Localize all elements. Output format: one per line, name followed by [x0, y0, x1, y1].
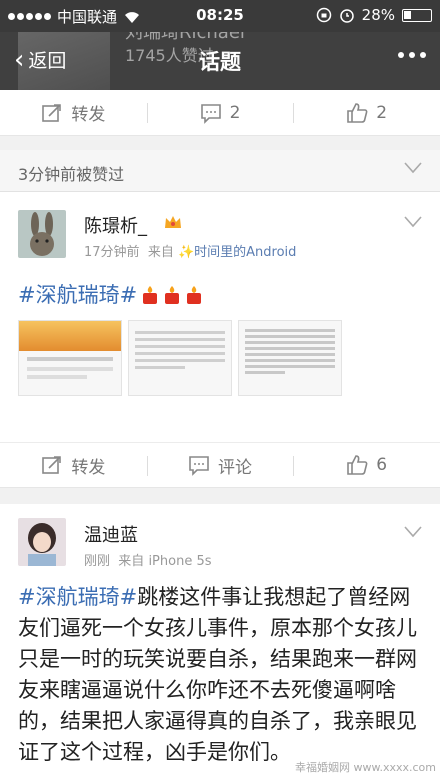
battery-icon [402, 8, 432, 22]
post-text: #深航瑞琦#跳楼这件事让我想起了曾经网友们逼死一个女孩儿事件，原本那个女孩儿只是… [18, 582, 428, 768]
comment-icon [200, 103, 221, 124]
avatar[interactable] [18, 210, 66, 258]
status-bar: 中国联通 08:25 28% [0, 0, 440, 32]
repost-label: 转发 [71, 457, 106, 478]
girl-avatar-image [18, 518, 66, 566]
username[interactable]: 温迪蓝 [84, 521, 138, 547]
post-image-2[interactable] [128, 320, 232, 396]
like-count: 6 [376, 455, 388, 475]
like-button[interactable]: 6 [293, 443, 440, 487]
post-time: 刚刚 [84, 554, 111, 569]
chevron-down-icon[interactable] [404, 216, 422, 228]
chevron-down-icon[interactable] [404, 162, 422, 174]
source-prefix: 来自 [147, 245, 174, 260]
thumbs-up-icon [347, 102, 368, 123]
comment-button[interactable]: 2 [146, 90, 294, 135]
sparkle-icon: ✨ [177, 245, 195, 260]
thumbs-up-icon [347, 455, 368, 475]
post-meta: 17分钟前 来自 ✨时间里的Android [84, 241, 296, 260]
username[interactable]: 陈璟析_ [84, 212, 147, 238]
candle-emoji [165, 286, 180, 304]
repost-icon [42, 456, 62, 474]
like-button[interactable]: 2 [293, 90, 440, 135]
post-time: 17分钟前 [84, 245, 140, 260]
post-action-bar-top: 转发 2 2 [0, 90, 440, 136]
rabbit-avatar-image [18, 210, 66, 258]
topic-link[interactable]: #深航瑞琦# [18, 283, 137, 307]
more-button[interactable] [398, 52, 426, 58]
repost-label: 转发 [71, 105, 106, 125]
post-meta: 刚刚 来自 iPhone 5s [84, 550, 212, 569]
battery-percent: 28% [361, 6, 395, 24]
post-source: iPhone 5s [148, 554, 212, 569]
page-title: 话题 [199, 50, 241, 74]
repost-icon [42, 103, 62, 122]
comment-icon [189, 456, 209, 476]
liked-notice-text: 3分钟前被赞过 [18, 165, 125, 184]
crown-badge-icon [165, 216, 181, 228]
liked-notice: 3分钟前被赞过 [0, 150, 440, 192]
post-action-bar-1: 转发 评论 6 [0, 442, 440, 488]
nav-bar: 刘瑞琦Richael 1745人赞过 ‹ 返回 话题 [0, 32, 440, 90]
post-text: #深航瑞琦# [18, 279, 203, 309]
source-prefix: 来自 [118, 554, 145, 569]
comment-label: 评论 [218, 457, 252, 478]
comment-button[interactable]: 评论 [146, 443, 294, 487]
candle-emoji [187, 286, 202, 304]
post-body: 跳楼这件事让我想起了曾经网友们逼死一个女孩儿事件，原本那个女孩儿只是一时的玩笑说… [18, 585, 417, 764]
post-image-1[interactable] [18, 320, 122, 396]
comment-count: 2 [229, 102, 241, 123]
alarm-icon [339, 9, 354, 23]
post-image-3[interactable] [238, 320, 342, 396]
chevron-down-icon[interactable] [404, 526, 422, 538]
topic-link[interactable]: #深航瑞琦# [18, 585, 137, 609]
avatar[interactable] [18, 518, 66, 566]
candle-emoji [143, 286, 158, 304]
lock-rotation-icon [316, 7, 331, 23]
divider [0, 136, 440, 150]
like-count: 2 [376, 102, 388, 123]
post-source[interactable]: 时间里的Android [194, 245, 296, 260]
divider [0, 488, 440, 504]
watermark: 幸福婚姻网 www.xxxx.com [294, 761, 436, 774]
repost-button[interactable]: 转发 [0, 90, 147, 135]
repost-button[interactable]: 转发 [0, 443, 147, 487]
